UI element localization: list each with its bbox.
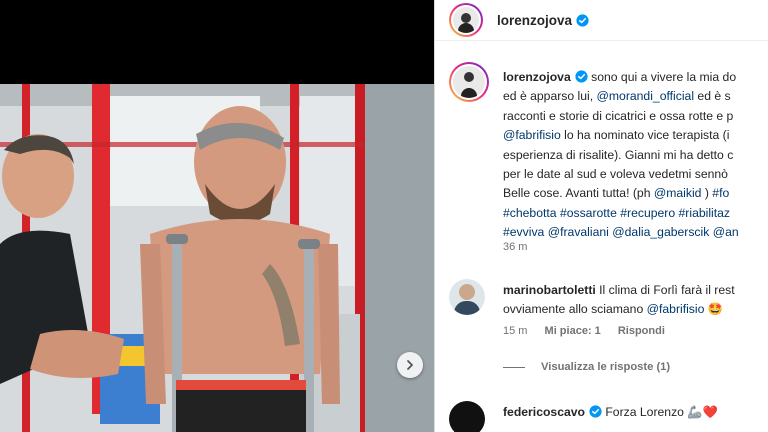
- commenter-avatar[interactable]: [449, 401, 485, 432]
- photo-illustration: [0, 84, 434, 432]
- commenter-username[interactable]: marinobartoletti: [503, 283, 596, 297]
- author-avatar[interactable]: [449, 3, 483, 37]
- verified-badge-icon: [576, 13, 589, 27]
- post-header: lorenzojova: [435, 0, 768, 41]
- caption-text-segment: ed è apparso lui,: [503, 89, 597, 104]
- comments-panel: lorenzojova lorenzojova sono qui a viver…: [434, 0, 768, 432]
- hashtag-link[interactable]: #fo: [712, 186, 729, 200]
- hashtag-link[interactable]: #chebotta: [503, 206, 557, 220]
- comment-timestamp: 15 m: [503, 325, 528, 337]
- comment-text: federicoscavo Forza Lorenzo 🦾❤️: [503, 403, 718, 422]
- caption-line: #chebotta #ossarotte #recupero #riabilit…: [503, 204, 768, 223]
- post-photo: [0, 84, 434, 432]
- caption-username[interactable]: lorenzojova: [503, 70, 571, 84]
- view-replies-label: Visualizza le risposte (1): [541, 361, 671, 373]
- caption-line: Belle cose. Avanti tutta! (ph @maikid ) …: [503, 184, 768, 203]
- mention-link[interactable]: @maikid: [654, 186, 702, 200]
- mention-link[interactable]: @morandi_official: [597, 89, 695, 103]
- comment-line: Forza Lorenzo 🦾❤️: [601, 405, 718, 419]
- next-photo-button[interactable]: [397, 352, 423, 378]
- caption-first-line: lorenzojova sono qui a vivere la mia do: [503, 68, 768, 87]
- caption-text-segment: ): [701, 186, 713, 201]
- divider: [503, 366, 525, 368]
- mention-link[interactable]: @fabrifisio: [647, 302, 705, 316]
- mention-link[interactable]: @an: [713, 225, 739, 239]
- caption-text: lorenzojova sono qui a vivere la mia do …: [503, 68, 768, 243]
- mention-link[interactable]: @fravaliani: [548, 225, 609, 239]
- caption-text-segment: sono qui a vivere la mia do: [587, 70, 737, 84]
- comment-likes[interactable]: Mi piace: 1: [545, 325, 601, 337]
- hashtag-link[interactable]: #ossarotte: [560, 206, 617, 220]
- caption-text-segment: Belle cose. Avanti tutta! (ph: [503, 186, 654, 201]
- emoji: 🤩: [704, 302, 723, 317]
- caption-text-segment: esperienza di risalite). Gianni mi ha de…: [503, 147, 734, 162]
- post-media: [0, 0, 434, 432]
- caption-timestamp: 36 m: [503, 241, 528, 253]
- caption-line: racconti e storie di cicatrici e ossa ro…: [503, 107, 768, 126]
- hashtag-link[interactable]: #evviva: [503, 225, 544, 239]
- caption-line: @fabrifisio lo ha nominato vice terapist…: [503, 126, 768, 145]
- caption-text-segment: lo ha nominato vice terapista (i: [560, 128, 730, 143]
- verified-badge-icon: [589, 405, 602, 418]
- caption-line: #evviva @fravaliani @dalia_gaberscik @an: [503, 223, 768, 242]
- mention-link[interactable]: @fabrifisio: [503, 128, 561, 142]
- verified-badge-icon: [575, 70, 588, 83]
- caption-text-segment: ed è s: [694, 89, 731, 104]
- comment-meta: 15 m Mi piace: 1 Rispondi: [503, 325, 679, 337]
- caption-author-avatar[interactable]: [449, 62, 489, 102]
- caption-text-segment: per le date al sud e voleva vedetmi senn…: [503, 167, 728, 182]
- comment-line: Il clima di Forlì farà il rest: [595, 283, 735, 297]
- reply-button[interactable]: Rispondi: [618, 325, 665, 337]
- hashtag-link[interactable]: #riabilitaz: [679, 206, 730, 220]
- caption-text-segment: racconti e storie di cicatrici e ossa ro…: [503, 108, 734, 123]
- caption-line: ed è apparso lui, @morandi_official ed è…: [503, 87, 768, 106]
- comment-line: ovviamente allo sciamano: [503, 302, 647, 317]
- commenter-username[interactable]: federicoscavo: [503, 405, 585, 419]
- commenter-avatar[interactable]: [449, 279, 485, 315]
- caption-line: esperienza di risalite). Gianni mi ha de…: [503, 146, 768, 165]
- caption-line: per le date al sud e voleva vedetmi senn…: [503, 165, 768, 184]
- comment-text: marinobartoletti Il clima di Forlì farà …: [503, 281, 735, 320]
- mention-link[interactable]: @dalia_gaberscik: [612, 225, 709, 239]
- view-replies-button[interactable]: Visualizza le risposte (1): [503, 361, 670, 373]
- hashtag-link[interactable]: #recupero: [620, 206, 675, 220]
- chevron-right-icon: [407, 360, 413, 370]
- author-username[interactable]: lorenzojova: [497, 13, 572, 28]
